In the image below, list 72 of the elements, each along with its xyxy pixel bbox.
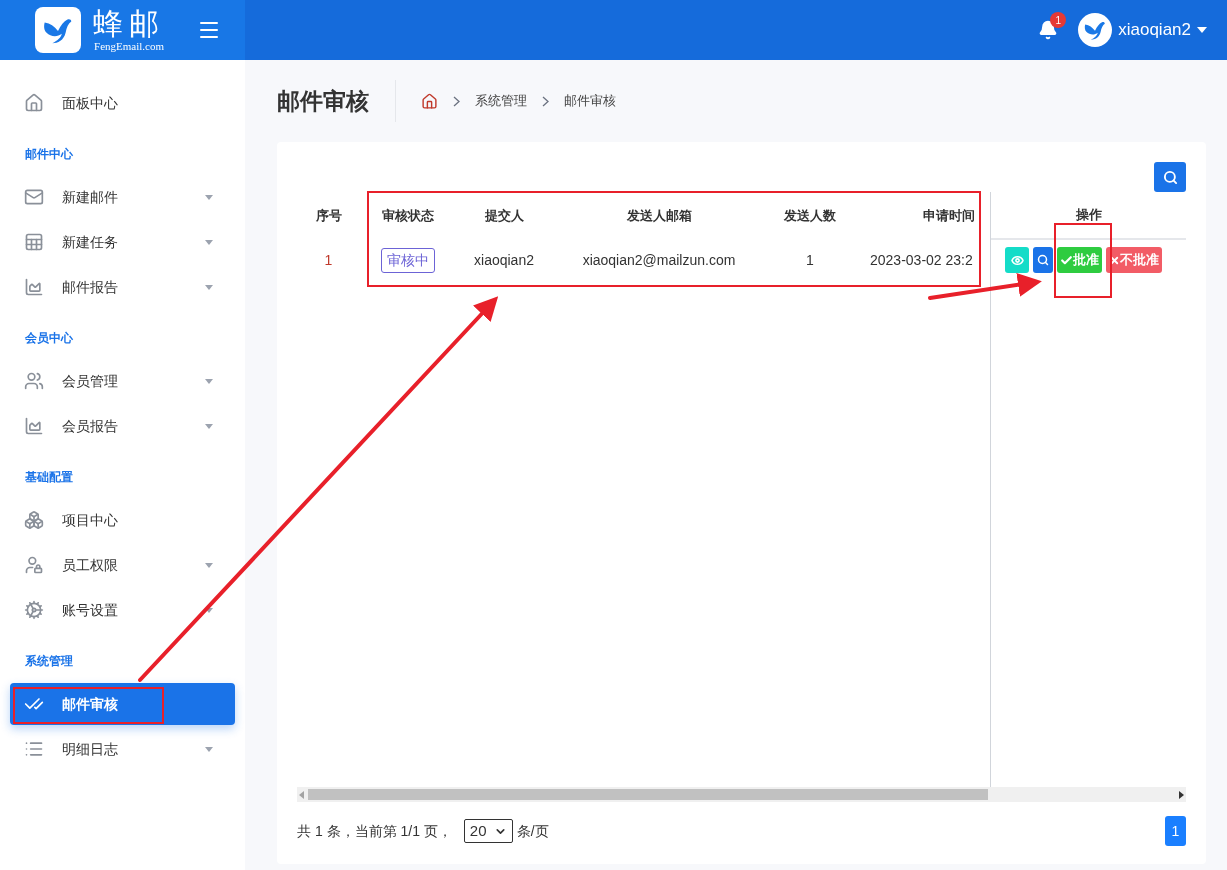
table-cell-text: 1 bbox=[805, 250, 815, 270]
breadcrumb-item[interactable]: 系统管理 bbox=[475, 91, 527, 111]
sidebar-item[interactable]: 会员管理 bbox=[10, 360, 235, 402]
caret-icon bbox=[205, 378, 213, 384]
caret-icon bbox=[205, 284, 213, 290]
sidebar-item[interactable]: 账号设置 bbox=[10, 589, 235, 631]
table-cell-text: 2023-03-02 23:2 bbox=[869, 250, 974, 270]
table-cell-text: 1 bbox=[323, 250, 334, 270]
page-size-select[interactable]: 20 bbox=[463, 819, 513, 843]
section-heading: 会员中心 bbox=[25, 329, 73, 347]
chevron-icon bbox=[542, 95, 549, 107]
sidebar-item[interactable]: 面板中心 bbox=[10, 82, 235, 124]
sidebar-item[interactable]: 会员报告 bbox=[10, 405, 235, 447]
caret-icon bbox=[1197, 27, 1207, 33]
sidebar-item[interactable]: 项目中心 bbox=[10, 499, 235, 541]
check-icon bbox=[1060, 253, 1073, 267]
page-size-unit: 条/页 bbox=[516, 821, 549, 841]
sidebar-item[interactable]: 邮件报告 bbox=[10, 266, 235, 308]
caret-icon bbox=[205, 746, 213, 752]
caret-icon bbox=[205, 423, 213, 429]
search-icon bbox=[1162, 169, 1178, 185]
area-chart-icon bbox=[24, 416, 44, 436]
column-header: 提交人 bbox=[483, 207, 525, 226]
column-header: 操作 bbox=[1075, 206, 1102, 225]
page-button[interactable]: 1 bbox=[1165, 816, 1186, 846]
sidebar-item[interactable]: 邮件审核 bbox=[10, 683, 235, 725]
envelope-icon bbox=[24, 187, 44, 207]
sidebar-item[interactable]: 明细日志 bbox=[10, 728, 235, 770]
column-header: 审核状态 bbox=[380, 207, 435, 226]
sidebar-item[interactable]: 新建邮件 bbox=[10, 176, 235, 218]
notification-badge: 1 bbox=[1050, 12, 1067, 28]
scroll-right-icon[interactable] bbox=[1179, 790, 1184, 799]
close-icon bbox=[1109, 254, 1120, 266]
caret-icon bbox=[205, 239, 213, 245]
logo-icon bbox=[35, 7, 81, 53]
avatar-icon bbox=[1078, 13, 1113, 47]
user-menu[interactable]: xiaoqian2 bbox=[1078, 13, 1207, 47]
boxes-icon bbox=[24, 510, 44, 530]
logo-subtitle: FengEmail.com bbox=[94, 40, 164, 52]
status-tag: 审核中 bbox=[380, 247, 435, 273]
caret-icon bbox=[205, 607, 213, 613]
caret-icon bbox=[205, 194, 213, 200]
section-heading: 邮件中心 bbox=[25, 145, 73, 163]
table-icon bbox=[24, 232, 44, 252]
column-header: 序号 bbox=[314, 207, 343, 226]
column-header: 发送人邮箱 bbox=[625, 207, 693, 226]
list-icon bbox=[24, 739, 44, 759]
gears-icon bbox=[24, 600, 44, 620]
sidebar-item[interactable]: 员工权限 bbox=[10, 544, 235, 586]
home-icon[interactable] bbox=[421, 92, 438, 110]
logo-title: 蜂邮 bbox=[93, 8, 165, 39]
table-cell-text: xiaoqian2 bbox=[473, 250, 535, 270]
caret-icon bbox=[205, 562, 213, 568]
column-header: 发送人数 bbox=[783, 207, 837, 226]
search-button[interactable] bbox=[1154, 162, 1186, 192]
search-icon bbox=[1037, 254, 1049, 266]
section-heading: 基础配置 bbox=[25, 468, 73, 486]
home-icon bbox=[24, 93, 44, 113]
sidebar-item[interactable]: 新建任务 bbox=[10, 221, 235, 263]
breadcrumb-item: 邮件审核 bbox=[564, 92, 616, 111]
section-heading: 系统管理 bbox=[25, 652, 73, 670]
eye-icon bbox=[1010, 253, 1024, 267]
column-header: 申请时间 bbox=[922, 207, 976, 226]
table-cell-text: xiaoqian2@mailzun.com bbox=[581, 250, 737, 270]
users-icon bbox=[24, 371, 44, 391]
user-lock-icon bbox=[24, 555, 44, 575]
page-title: 邮件审核 bbox=[277, 79, 396, 123]
search-button[interactable] bbox=[1033, 247, 1053, 273]
pagination-summary: 共 1 条，当前第 1/1 页， bbox=[297, 821, 452, 841]
chevron-icon bbox=[453, 95, 460, 107]
area-chart-icon bbox=[24, 277, 44, 297]
horizontal-scrollbar[interactable] bbox=[297, 787, 1186, 802]
